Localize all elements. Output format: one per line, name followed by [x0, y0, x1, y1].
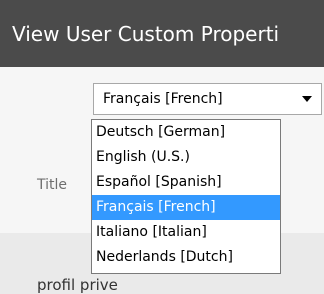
language-option-english[interactable]: English (U.S.)	[92, 145, 280, 170]
language-select[interactable]: Français [French]	[93, 83, 322, 115]
language-option-spanish[interactable]: Español [Spanish]	[92, 170, 280, 195]
language-option-italian[interactable]: Italiano [Italian]	[92, 220, 280, 245]
language-option-dutch[interactable]: Nederlands [Dutch]	[92, 245, 280, 270]
language-option-french[interactable]: Français [French]	[92, 195, 280, 220]
page-header: View User Custom Properti	[0, 0, 324, 67]
language-dropdown-list: Deutsch [German] English (U.S.) Español …	[91, 119, 281, 274]
title-field-label: Title	[37, 177, 68, 193]
language-option-german[interactable]: Deutsch [German]	[92, 120, 280, 145]
profile-label: profil prive	[37, 276, 118, 294]
language-select-value: Français [French]	[103, 91, 223, 107]
page-title: View User Custom Properti	[12, 22, 280, 46]
chevron-down-icon[interactable]	[302, 96, 312, 102]
